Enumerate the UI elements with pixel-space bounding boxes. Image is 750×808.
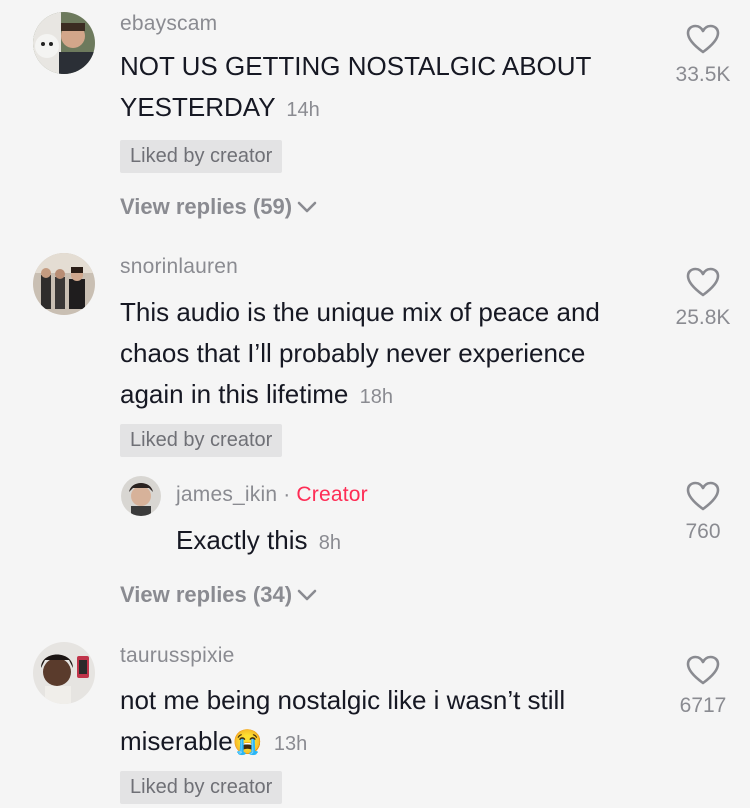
reply-body: Exactly this (176, 525, 308, 555)
like-count: 6717 (679, 694, 727, 717)
view-replies-button[interactable]: View replies (59) (120, 194, 318, 220)
liked-by-creator-badge: Liked by creator (120, 140, 283, 173)
view-replies-label: View replies (34) (120, 582, 293, 607)
like-count: 760 (685, 520, 721, 543)
like-button[interactable]: 760 (658, 481, 748, 544)
comment-body: NOT US GETTING NOSTALGIC ABOUT YESTERDAY (120, 51, 591, 122)
view-replies-label: View replies (59) (120, 194, 293, 219)
creator-badge: Creator (296, 483, 368, 506)
heart-icon[interactable] (686, 267, 720, 298)
liked-by-creator-badge: Liked by creator (120, 424, 283, 457)
comment-username[interactable]: taurusspixie (120, 644, 234, 668)
avatar[interactable] (121, 476, 161, 516)
comment-time: 18h (359, 386, 393, 408)
avatar[interactable] (33, 12, 95, 74)
reply-time: 8h (318, 532, 341, 554)
like-button[interactable]: 6717 (658, 655, 748, 718)
heart-icon[interactable] (686, 481, 720, 512)
comment-username[interactable]: ebayscam (120, 12, 217, 36)
comment-username[interactable]: snorinlauren (120, 255, 238, 279)
chevron-down-icon (297, 589, 317, 601)
comment-body: not me being nostalgic like i wasn’t sti… (120, 685, 566, 756)
like-count: 25.8K (675, 306, 731, 329)
comment-text: This audio is the unique mix of peace an… (120, 292, 640, 418)
comment-text: not me being nostalgic like i wasn’t sti… (120, 680, 640, 765)
crying-emoji-icon: 😭 (232, 729, 263, 756)
like-button[interactable]: 33.5K (658, 24, 748, 87)
reply-text: Exactly this 8h (176, 520, 616, 564)
reply-username[interactable]: james_ikin (176, 483, 277, 506)
like-button[interactable]: 25.8K (658, 267, 748, 330)
comment-text: NOT US GETTING NOSTALGIC ABOUT YESTERDAY… (120, 46, 640, 131)
avatar[interactable] (33, 642, 95, 704)
chevron-down-icon (297, 201, 317, 213)
view-replies-button[interactable]: View replies (34) (120, 582, 318, 608)
like-count: 33.5K (675, 63, 731, 86)
heart-icon[interactable] (686, 655, 720, 686)
separator-dot: · (283, 483, 291, 506)
avatar[interactable] (33, 253, 95, 315)
heart-icon[interactable] (686, 24, 720, 55)
reply-username-row: james_ikin · Creator (176, 483, 368, 507)
comment-time: 14h (286, 99, 320, 121)
liked-by-creator-badge: Liked by creator (120, 771, 283, 804)
comment-time: 13h (273, 733, 308, 755)
